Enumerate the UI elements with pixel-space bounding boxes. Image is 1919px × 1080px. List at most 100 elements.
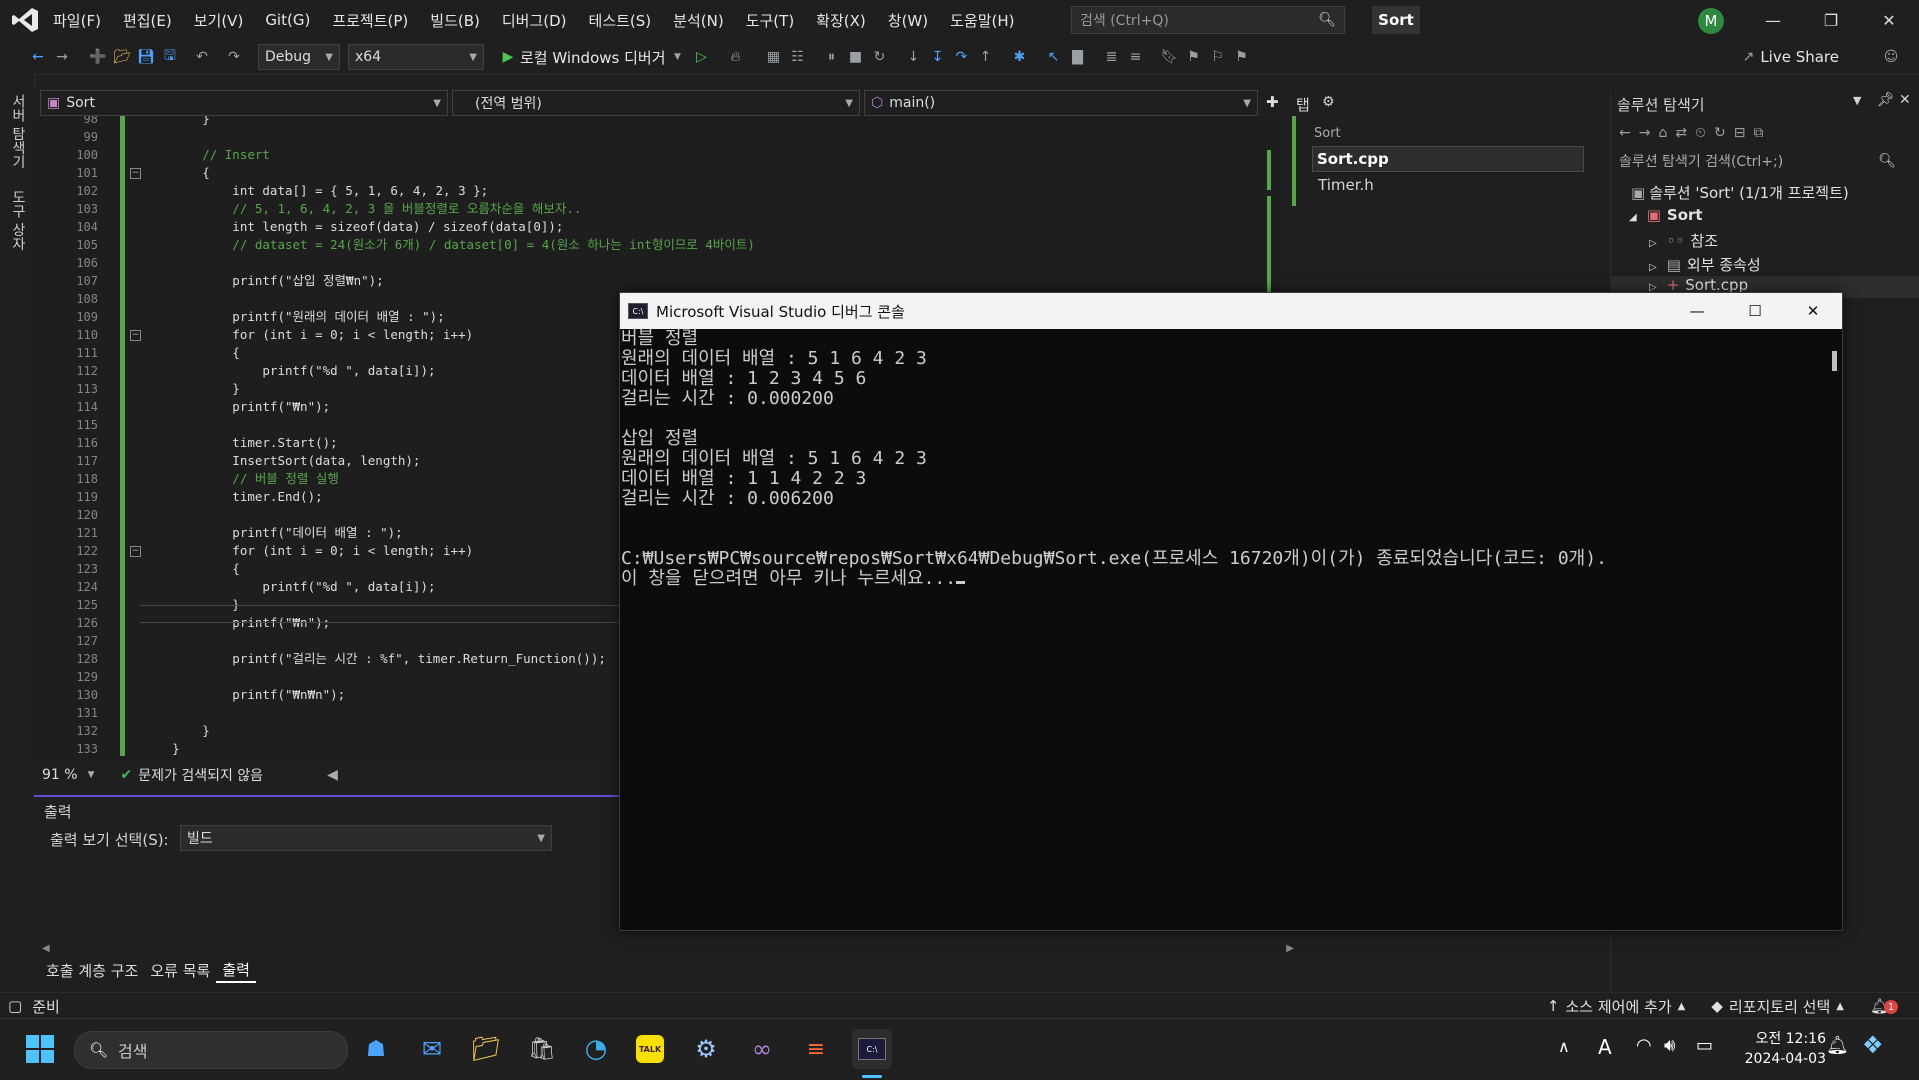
input-method-icon[interactable]: A [1598,1035,1612,1059]
bookmark-next-icon[interactable]: ⚐ [1206,45,1230,69]
redo-icon[interactable]: ↷ [222,45,246,69]
tab-call-hierarchy[interactable]: 호출 계층 구조 [40,958,144,982]
debugger-button[interactable]: 로컬 Windows 디버거 [520,47,666,68]
live-share-icon[interactable]: ↗ [1736,45,1760,69]
history-icon[interactable]: ⏲ [1695,125,1706,141]
source-control-button[interactable]: 소스 제어에 추가 [1565,996,1671,1017]
stop-icon[interactable]: ■ [844,45,868,69]
uncomment-icon[interactable]: ≡ [1124,45,1148,69]
pause-icon[interactable]: ⏸ [820,45,844,69]
split-icon[interactable]: ✚ [1266,93,1279,111]
menu-item[interactable]: 테스트(S) [578,0,663,40]
layout-icon[interactable]: ☷ [786,45,810,69]
clock[interactable]: 오전 12:16 2024-04-03 [1730,1029,1826,1069]
taskbar-search-input[interactable]: 🔍︎ 검색 [74,1031,348,1069]
home-icon[interactable]: ⌂ [1658,125,1667,141]
menu-item[interactable]: 빌드(B) [419,0,491,40]
menu-item[interactable]: 프로젝트(P) [321,0,419,40]
menu-item[interactable]: 보기(V) [183,0,255,40]
toolbox-tab[interactable]: 도구 상자 [8,184,28,256]
bookmark-prev-icon[interactable]: ⚑ [1182,45,1206,69]
live-share-button[interactable]: Live Share [1760,48,1839,66]
feedback-icon[interactable]: ☺ [1879,45,1903,69]
menu-item[interactable]: Git(G) [254,0,321,40]
settings-gear-icon[interactable]: ⚙ [686,1029,726,1069]
chevron-down-icon[interactable]: ▼ [666,45,690,69]
tab-output[interactable]: 출력 [216,957,256,983]
chevron-up-icon[interactable]: ∧ [1558,1037,1570,1056]
project-nav-select[interactable]: ▣ Sort ▼ [40,90,448,116]
tree-external-deps-node[interactable]: ▷ ▤ 외부 종속성 [1649,254,1761,275]
save-all-icon[interactable]: 🖫︎ [158,45,182,69]
step-out-icon[interactable]: ↷ [950,45,974,69]
widgets-icon[interactable]: ☗ [356,1029,396,1069]
step-into-icon[interactable]: ↓ [902,45,926,69]
server-explorer-tab[interactable]: 서버 탐색기 [8,88,28,174]
minimize-icon[interactable]: — [1668,302,1726,320]
scroll-left-icon[interactable]: ◀ [42,943,50,954]
store-icon[interactable]: 🛍︎ [522,1029,562,1069]
close-icon[interactable]: ✕ [1899,92,1911,108]
terminal-taskbar-icon[interactable]: C:\ [852,1029,892,1069]
step-back-icon[interactable]: ↑ [974,45,998,69]
zoom-level[interactable]: 91 % [42,767,78,783]
solution-name-badge[interactable]: Sort [1372,6,1420,34]
tree-solution-node[interactable]: ▣ 솔루션 'Sort' (1/1개 프로젝트) [1631,182,1849,203]
forward-icon[interactable]: → [1639,125,1651,141]
notifications-icon[interactable]: 🔔︎ 1 [1870,997,1898,1015]
back-icon[interactable]: ← [26,45,50,69]
menu-item[interactable]: 디버그(D) [491,0,578,40]
scope-nav-select[interactable]: (전역 범위) ▼ [452,90,860,116]
chevron-down-icon[interactable]: ▼ [88,770,95,780]
visual-studio-taskbar-icon[interactable]: ∞ [742,1029,782,1069]
app-launcher-icon[interactable]: ≡ [796,1029,836,1069]
menu-item[interactable]: 분석(N) [662,0,735,40]
console-vertical-scrollbar[interactable] [1826,329,1842,930]
save-icon[interactable]: 💾︎ [134,45,158,69]
repository-button[interactable]: 리포지토리 선택 [1729,996,1830,1017]
menu-item[interactable]: 창(W) [877,0,939,40]
close-icon[interactable]: ✕ [1860,0,1918,40]
battery-icon[interactable]: ▭ [1696,1035,1713,1056]
expand-arrow-icon[interactable]: ◢ [1629,212,1637,223]
collapse-arrow-icon[interactable]: ▷ [1649,238,1657,249]
tab-error-list[interactable]: 오류 목록 [144,958,216,982]
windows-start-icon[interactable] [20,1029,60,1069]
forward-icon[interactable]: → [50,45,74,69]
undo-icon[interactable]: ↶ [190,45,214,69]
tab-sort-cpp[interactable]: Sort.cpp [1312,146,1584,172]
show-all-files-icon[interactable]: ⧉ [1753,125,1763,141]
volume-icon[interactable]: 🔊︎ [1664,1035,1675,1056]
function-nav-select[interactable]: ⬡ main() ▼ [864,90,1258,116]
breakpoint-toolbar-icon[interactable]: ✱ [1008,45,1032,69]
switch-views-icon[interactable]: ⇄ [1675,125,1687,141]
console-title-bar[interactable]: C:\ Microsoft Visual Studio 디버그 콘솔 — ☐ ✕ [620,293,1842,329]
menu-item[interactable]: 파일(F) [42,0,112,40]
sync-icon[interactable]: ↻ [1714,125,1726,141]
output-source-select[interactable]: 빌드 ▼ [180,825,552,851]
debug-console-window[interactable]: C:\ Microsoft Visual Studio 디버그 콘솔 — ☐ ✕… [619,292,1843,931]
mail-icon[interactable]: ✉ [412,1029,452,1069]
start-without-debug-icon[interactable]: ▷ [690,45,714,69]
gear-icon[interactable]: ⚙ [1322,94,1335,110]
chevron-up-icon[interactable]: ▲ [1678,1001,1686,1012]
kakaotalk-icon[interactable]: TALK [630,1029,670,1069]
configuration-select[interactable]: Debug ▼ [258,44,340,70]
comment-icon[interactable]: ≣ [1100,45,1124,69]
menu-item[interactable]: 도움말(H) [939,0,1025,40]
bookmark-clear-icon[interactable]: ⚑ [1230,45,1254,69]
issues-status[interactable]: 문제가 검색되지 않음 [138,765,263,785]
file-explorer-icon[interactable]: 📁︎ [466,1029,506,1069]
solution-config-icon[interactable]: ▦ [762,45,786,69]
collapse-all-icon[interactable]: ⊟ [1734,125,1746,141]
start-debug-icon[interactable]: ▶ [496,45,520,69]
solution-search-input[interactable]: 솔루션 탐색기 검색(Ctrl+;) 🔍︎ [1611,148,1919,174]
scroll-right-icon[interactable]: ▶ [1286,943,1294,954]
platform-select[interactable]: x64 ▼ [348,44,484,70]
open-folder-icon[interactable]: 📂︎ [110,45,134,69]
chevron-down-icon[interactable]: ▼ [1853,94,1861,107]
collapse-region-icon[interactable]: − [130,330,141,341]
notification-bell-icon[interactable]: 🔔︎ [1826,1035,1849,1056]
new-project-icon[interactable]: ➕ [86,45,110,69]
hot-reload-icon[interactable]: 🔥︎ [724,45,748,69]
